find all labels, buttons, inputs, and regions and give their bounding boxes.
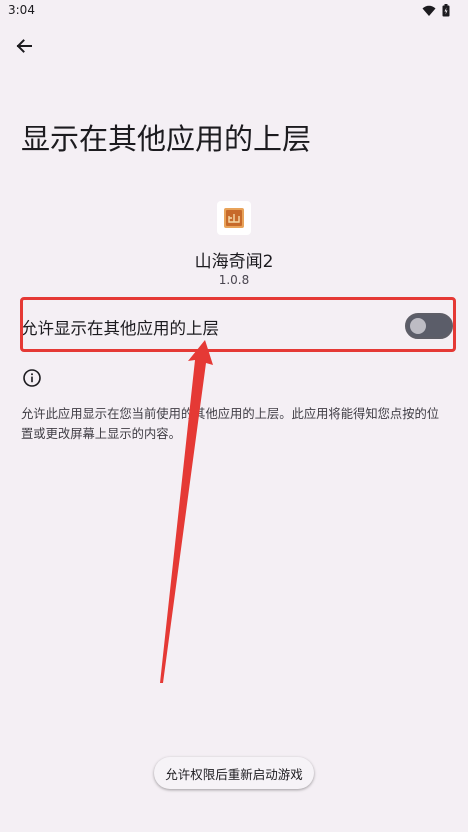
permission-toggle-row[interactable]: 允许显示在其他应用的上层 (21, 296, 455, 352)
permission-label: 允许显示在其他应用的上层 (21, 319, 219, 338)
app-name: 山海奇闻2 (194, 252, 274, 272)
wifi-icon (422, 5, 436, 16)
switch-thumb (410, 318, 426, 334)
app-version: 1.0.8 (218, 273, 250, 287)
arrow-back-icon (16, 39, 32, 53)
app-icon (217, 201, 251, 235)
permission-description: 允许此应用显示在您当前使用的其他应用的上层。此应用将能得知您点按的位置或更改屏幕… (21, 407, 440, 441)
status-bar: 3:04 (0, 0, 468, 22)
back-button[interactable] (10, 32, 38, 60)
battery-icon (442, 4, 450, 17)
app-logo-icon (224, 208, 244, 228)
status-icons (422, 4, 450, 17)
page-title: 显示在其他应用的上层 (21, 122, 312, 156)
status-time: 3:04 (8, 3, 35, 17)
restart-game-button[interactable]: 允许权限后重新启动游戏 (154, 757, 314, 789)
info-icon (23, 369, 41, 387)
permission-switch[interactable] (405, 313, 453, 339)
